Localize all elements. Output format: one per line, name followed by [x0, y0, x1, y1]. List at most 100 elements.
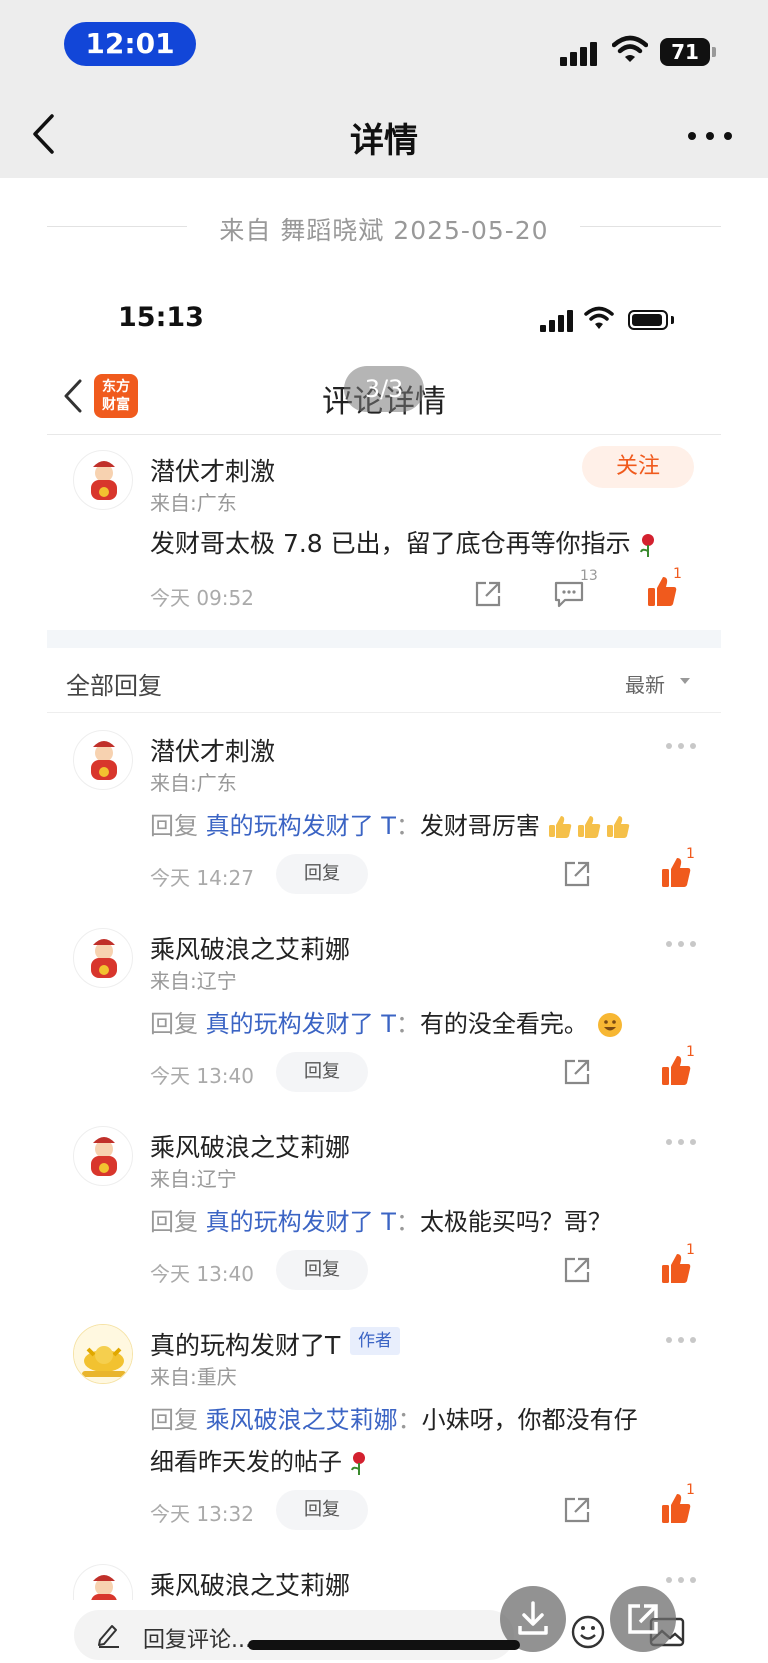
author-badge: 作者	[350, 1327, 400, 1355]
inner-header-divider	[47, 434, 721, 435]
inner-battery-nub	[671, 316, 674, 324]
avatar[interactable]	[73, 1324, 133, 1384]
reply-body: 回复 真的玩构发财了 T：发财哥厉害	[150, 806, 634, 841]
reply-body-line-2: 细看昨天发的帖子	[150, 1442, 368, 1477]
reply-more-icon[interactable]	[666, 743, 696, 749]
replies-divider	[47, 712, 721, 713]
share-fab-button[interactable]	[610, 1586, 676, 1652]
reply-separator: ：	[395, 1208, 420, 1236]
reply-more-icon[interactable]	[666, 1139, 696, 1145]
inner-signal-icon	[540, 310, 574, 332]
reply-prefix: 回复	[150, 812, 198, 840]
reply-body: 回复 乘风破浪之艾莉娜：小妹呀，你都没有仔	[150, 1400, 638, 1435]
comment-count: 13	[580, 568, 598, 584]
signal-icon	[560, 40, 600, 66]
reply-timestamp: 今天 13:40	[150, 1064, 254, 1088]
share-icon	[628, 1604, 658, 1634]
reply-author-location: 来自:辽宁	[150, 1167, 237, 1191]
inner-wifi-icon	[584, 306, 614, 329]
avatar[interactable]	[73, 1126, 133, 1186]
reply-author-name[interactable]: 真的玩构发财了T	[150, 1326, 340, 1362]
like-count: 1	[673, 566, 682, 582]
inner-battery-icon	[628, 310, 668, 330]
post-author-location: 来自:广东	[150, 491, 237, 515]
battery-nub	[712, 47, 716, 57]
wifi-icon	[612, 35, 648, 62]
reply-author-name[interactable]: 乘风破浪之艾莉娜	[150, 1566, 350, 1602]
like-count: 1	[686, 846, 695, 862]
smile-emoji-icon	[597, 1013, 622, 1037]
avatar[interactable]	[73, 450, 133, 510]
fortune-god-avatar-icon	[91, 1137, 117, 1176]
more-menu-icon[interactable]	[688, 132, 732, 140]
share-icon[interactable]	[473, 579, 503, 609]
share-icon[interactable]	[562, 1495, 592, 1525]
reply-mention[interactable]: 真的玩构发财了 T	[206, 812, 396, 840]
fortune-god-avatar-icon	[91, 1575, 117, 1600]
page-title: 详情	[350, 121, 418, 161]
post-body-text: 发财哥太极 7.8 已出，留了底仓再等你指示	[150, 529, 631, 558]
inner-status-time: 15:13	[118, 302, 204, 333]
reply-more-icon[interactable]	[666, 1577, 696, 1583]
share-icon[interactable]	[562, 1255, 592, 1285]
reply-text: 发财哥厉害	[419, 812, 540, 840]
section-separator	[47, 630, 721, 648]
reply-separator: ：	[395, 1010, 420, 1038]
reply-body: 回复 真的玩构发财了 T：有的没全看完。	[150, 1004, 624, 1039]
avatar[interactable]	[73, 730, 133, 790]
reply-separator: ：	[395, 812, 420, 840]
sort-dropdown[interactable]: 最新	[625, 669, 665, 698]
emoji-picker-icon[interactable]	[570, 1614, 606, 1650]
reply-author-name[interactable]: 乘风破浪之艾莉娜	[150, 930, 350, 966]
page-indicator: 3/3	[344, 366, 424, 412]
all-replies-heading: 全部回复	[66, 672, 162, 700]
reply-input-placeholder: 回复评论...	[143, 1628, 252, 1653]
fortune-god-avatar-icon	[91, 741, 117, 780]
fortune-god-avatar-icon	[91, 461, 117, 500]
avatar[interactable]	[73, 928, 133, 988]
reply-author-name[interactable]: 乘风破浪之艾莉娜	[150, 1128, 350, 1164]
reply-timestamp: 今天 14:27	[150, 866, 254, 890]
home-indicator	[248, 1640, 520, 1650]
reply-body: 回复 真的玩构发财了 T：太极能买吗？哥？	[150, 1202, 612, 1237]
sort-dropdown-arrow-icon[interactable]	[680, 678, 690, 684]
reply-timestamp: 今天 13:32	[150, 1502, 254, 1526]
reply-button[interactable]: 回复	[276, 1490, 368, 1530]
status-time: 12:01	[64, 22, 196, 66]
reply-text-continued: 细看昨天发的帖子	[150, 1448, 342, 1476]
reply-author-location: 来自:辽宁	[150, 969, 237, 993]
reply-button[interactable]: 回复	[276, 854, 368, 894]
reply-mention[interactable]: 真的玩构发财了 T	[206, 1208, 396, 1236]
reply-separator: ：	[397, 1406, 422, 1434]
reply-timestamp: 今天 13:40	[150, 1262, 254, 1286]
share-icon[interactable]	[562, 859, 592, 889]
reply-text: 太极能买吗？哥？	[419, 1208, 612, 1236]
like-count: 1	[686, 1242, 695, 1258]
follow-button[interactable]: 关注	[582, 446, 694, 488]
reply-text: 小妹呀，你都没有仔	[421, 1406, 638, 1434]
post-timestamp: 今天 09:52	[150, 586, 254, 610]
rose-emoji-icon	[350, 1452, 365, 1475]
reply-mention[interactable]: 乘风破浪之艾莉娜	[206, 1406, 398, 1434]
fortune-god-avatar-icon	[91, 939, 117, 978]
reply-prefix: 回复	[150, 1208, 198, 1236]
like-count: 1	[686, 1044, 695, 1060]
post-author-name[interactable]: 潜伏才刺激	[150, 452, 275, 488]
reply-more-icon[interactable]	[666, 1337, 696, 1343]
reply-mention[interactable]: 真的玩构发财了 T	[206, 1010, 396, 1038]
reply-author-name[interactable]: 潜伏才刺激	[150, 732, 275, 768]
pencil-icon	[98, 1625, 119, 1648]
rose-emoji-icon	[639, 534, 654, 557]
avatar[interactable]	[73, 1564, 133, 1600]
reply-input-field[interactable]	[74, 1610, 514, 1660]
reply-more-icon[interactable]	[666, 941, 696, 947]
golden-bull-avatar-icon	[74, 1325, 132, 1383]
reply-text: 有的没全看完。	[419, 1010, 588, 1038]
share-icon[interactable]	[562, 1057, 592, 1087]
reply-button[interactable]: 回复	[276, 1052, 368, 1092]
reply-author-location: 来自:重庆	[150, 1365, 237, 1389]
reply-button[interactable]: 回复	[276, 1250, 368, 1290]
battery-indicator: 71	[660, 38, 710, 66]
reply-author-location: 来自:广东	[150, 771, 237, 795]
post-body: 发财哥太极 7.8 已出，留了底仓再等你指示	[150, 524, 657, 560]
